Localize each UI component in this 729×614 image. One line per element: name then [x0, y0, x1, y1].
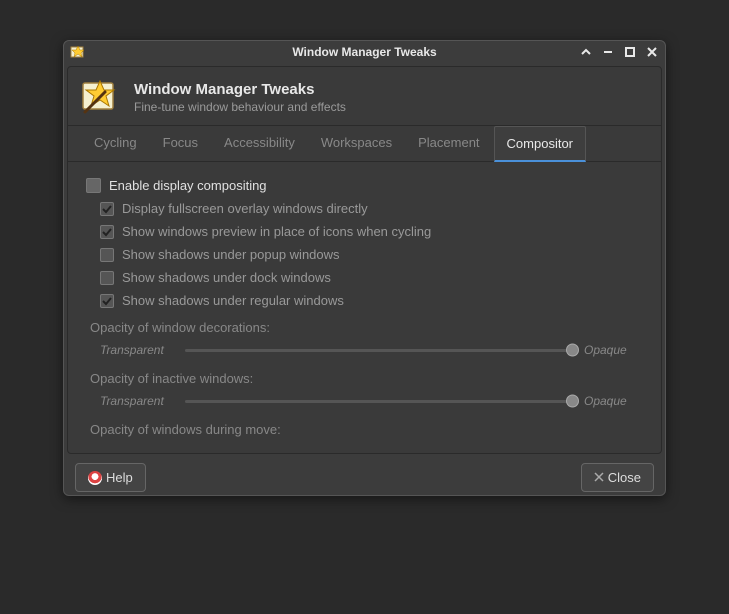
slider-thumb[interactable] — [566, 395, 579, 408]
tab-compositor[interactable]: Compositor — [494, 126, 586, 162]
fullscreen-overlay-checkbox[interactable] — [100, 202, 114, 216]
maximize-button[interactable] — [623, 45, 637, 59]
slider-label-move: Opacity of windows during move: — [86, 414, 643, 439]
help-button-label: Help — [106, 470, 133, 485]
rollup-button[interactable] — [579, 45, 593, 59]
slider-label-inactive: Opacity of inactive windows: — [86, 363, 643, 388]
slider-max-label: Opaque — [584, 394, 639, 408]
header-app-icon — [80, 77, 120, 117]
slider-min-label: Transparent — [100, 343, 175, 357]
preview-cycling-checkbox[interactable] — [100, 225, 114, 239]
slider-min-label: Transparent — [100, 394, 175, 408]
option-label: Show shadows under popup windows — [122, 247, 340, 262]
tab-accessibility[interactable]: Accessibility — [212, 126, 307, 161]
window-title: Window Manager Tweaks — [292, 45, 436, 59]
option-row: Show windows preview in place of icons w… — [86, 220, 643, 243]
close-button-label: Close — [608, 470, 641, 485]
opacity-decorations-slider[interactable] — [185, 349, 574, 352]
minimize-button[interactable] — [601, 45, 615, 59]
option-label: Show windows preview in place of icons w… — [122, 224, 431, 239]
enable-compositing-checkbox[interactable] — [86, 178, 101, 193]
tab-workspaces[interactable]: Workspaces — [309, 126, 404, 161]
titlebar[interactable]: Window Manager Tweaks — [64, 41, 665, 63]
settings-window: Window Manager Tweaks — [63, 40, 666, 496]
dialog-footer: Help Close — [67, 457, 662, 492]
option-label: Show shadows under regular windows — [122, 293, 344, 308]
tab-content: Enable display compositing Display fulls… — [68, 162, 661, 443]
opacity-inactive-slider[interactable] — [185, 400, 574, 403]
tab-cycling[interactable]: Cycling — [82, 126, 149, 161]
option-row: Show shadows under popup windows — [86, 243, 643, 266]
option-row: Display fullscreen overlay windows direc… — [86, 197, 643, 220]
tab-focus[interactable]: Focus — [151, 126, 210, 161]
slider-row: Transparent Opaque — [86, 388, 643, 414]
option-row: Enable display compositing — [86, 174, 643, 197]
close-button[interactable] — [645, 45, 659, 59]
slider-label-decorations: Opacity of window decorations: — [86, 312, 643, 337]
shadow-dock-checkbox[interactable] — [100, 271, 114, 285]
option-label: Show shadows under dock windows — [122, 270, 331, 285]
shadow-regular-checkbox[interactable] — [100, 294, 114, 308]
tab-placement[interactable]: Placement — [406, 126, 491, 161]
dialog-header: Window Manager Tweaks Fine-tune window b… — [68, 67, 661, 125]
shadow-popup-checkbox[interactable] — [100, 248, 114, 262]
window-body: Window Manager Tweaks Fine-tune window b… — [67, 66, 662, 454]
option-row: Show shadows under dock windows — [86, 266, 643, 289]
enable-compositing-label: Enable display compositing — [109, 178, 267, 193]
app-icon — [70, 44, 86, 60]
page-title: Window Manager Tweaks — [134, 81, 346, 98]
option-label: Display fullscreen overlay windows direc… — [122, 201, 368, 216]
help-icon — [88, 471, 102, 485]
close-icon — [594, 470, 604, 485]
help-button[interactable]: Help — [75, 463, 146, 492]
slider-max-label: Opaque — [584, 343, 639, 357]
option-row: Show shadows under regular windows — [86, 289, 643, 312]
slider-thumb[interactable] — [566, 344, 579, 357]
tab-bar: Cycling Focus Accessibility Workspaces P… — [68, 125, 661, 162]
page-subtitle: Fine-tune window behaviour and effects — [134, 100, 346, 114]
slider-row: Transparent Opaque — [86, 337, 643, 363]
close-dialog-button[interactable]: Close — [581, 463, 654, 492]
